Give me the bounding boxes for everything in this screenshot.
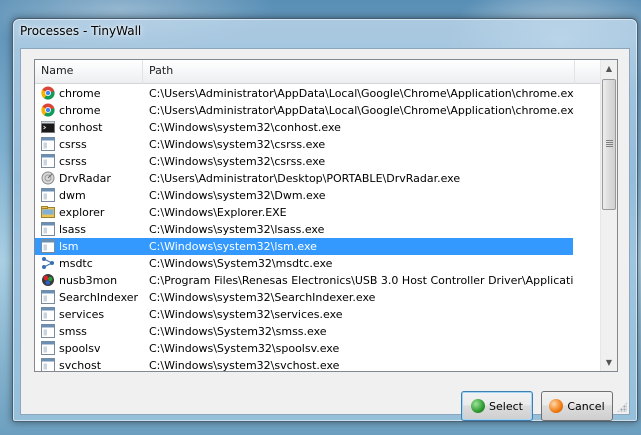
generic-exe-icon (41, 154, 55, 168)
process-path: C:\Users\Administrator\AppData\Local\Goo… (149, 104, 574, 117)
cancel-icon (549, 399, 564, 413)
generic-exe-icon (41, 324, 55, 338)
table-row[interactable]: msdtc C:\Windows\System32\msdtc.exe (35, 255, 601, 272)
table-row[interactable]: lsm C:\Windows\system32\lsm.exe (35, 238, 573, 255)
process-path: C:\Windows\System32\smss.exe (149, 325, 327, 338)
process-name: smss (59, 325, 87, 338)
process-name: conhost (59, 121, 103, 134)
generic-exe-icon (41, 307, 55, 321)
process-path: C:\Windows\system32\SearchIndexer.exe (149, 291, 376, 304)
process-path: C:\Windows\system32\csrss.exe (149, 155, 326, 168)
cancel-button-label: Cancel (567, 399, 605, 413)
process-path: C:\Windows\system32\lsm.exe (149, 240, 317, 253)
vertical-scrollbar[interactable]: ▲ ▼ (600, 60, 617, 371)
process-path: C:\Windows\System32\spoolsv.exe (149, 342, 340, 355)
table-row[interactable]: DrvRadar C:\Users\Administrator\Desktop\P… (35, 170, 601, 187)
resize-grip-icon[interactable] (617, 402, 627, 412)
radar-icon (41, 171, 55, 185)
select-check-icon (471, 399, 486, 413)
chrome-icon (41, 103, 55, 117)
generic-exe-icon (41, 137, 55, 151)
process-name: dwm (59, 189, 86, 202)
process-name: services (59, 308, 105, 321)
process-path: C:\Windows\system32\csrss.exe (149, 138, 326, 151)
select-button-label: Select (489, 399, 523, 413)
process-name: csrss (59, 155, 87, 168)
cancel-button[interactable]: Cancel (541, 391, 613, 421)
scrollbar-thumb[interactable] (602, 79, 616, 210)
generic-exe-icon (41, 222, 55, 236)
process-name: csrss (59, 138, 87, 151)
table-row[interactable]: svchost C:\Windows\system32\svchost.exe (35, 357, 601, 372)
table-row[interactable]: nusb3mon C:\Program Files\Renesas Electro… (35, 272, 601, 289)
generic-exe-icon (41, 290, 55, 304)
table-row[interactable]: SearchIndexer C:\Windows\system32\SearchI… (35, 289, 601, 306)
process-name: explorer (59, 206, 105, 219)
chrome-icon (41, 86, 55, 100)
thumb-grip-icon (606, 140, 613, 147)
process-name: chrome (59, 104, 101, 117)
table-row[interactable]: dwm C:\Windows\system32\Dwm.exe (35, 187, 601, 204)
table-row[interactable]: explorer C:\Windows\Explorer.EXE (35, 204, 601, 221)
process-path: C:\Windows\system32\Dwm.exe (149, 189, 326, 202)
process-path: C:\Program Files\Renesas Electronics\USB… (149, 274, 574, 287)
window-title: Processes - TinyWall (20, 24, 142, 38)
process-path: C:\Windows\system32\svchost.exe (149, 359, 340, 372)
process-path: C:\Windows\system32\conhost.exe (149, 121, 341, 134)
msdtc-icon (41, 256, 55, 270)
generic-exe-icon (41, 239, 55, 253)
dialog-client-area: Name Path chrome C:\Users\Administrator\A… (20, 48, 630, 421)
console-icon (41, 120, 55, 134)
process-name: nusb3mon (59, 274, 118, 287)
table-row[interactable]: chrome C:\Users\Administrator\AppData\Loc… (35, 85, 601, 102)
explorer-icon (41, 205, 55, 219)
column-header-path[interactable]: Path (143, 60, 575, 84)
table-row[interactable]: conhost C:\Windows\system32\conhost.exe (35, 119, 601, 136)
scroll-up-arrow-icon[interactable]: ▲ (601, 60, 617, 77)
list-header: Name Path (35, 60, 601, 84)
process-path: C:\Users\Administrator\AppData\Local\Goo… (149, 87, 574, 100)
table-row[interactable]: csrss C:\Windows\system32\csrss.exe (35, 153, 601, 170)
process-name: spoolsv (59, 342, 101, 355)
generic-exe-icon (41, 341, 55, 355)
generic-exe-icon (41, 358, 55, 371)
select-button[interactable]: Select (461, 391, 533, 421)
process-path: C:\Windows\system32\services.exe (149, 308, 343, 321)
table-row[interactable]: csrss C:\Windows\system32\csrss.exe (35, 136, 601, 153)
process-name: chrome (59, 87, 101, 100)
table-row[interactable]: services C:\Windows\system32\services.exe (35, 306, 601, 323)
process-name: SearchIndexer (59, 291, 139, 304)
process-path: C:\Users\Administrator\Desktop\PORTABLE\… (149, 172, 461, 185)
column-header-filler (575, 60, 601, 84)
process-path: C:\Windows\System32\msdtc.exe (149, 257, 333, 270)
process-list[interactable]: Name Path chrome C:\Users\Administrator\A… (34, 59, 618, 372)
process-name: svchost (59, 359, 102, 372)
process-path: C:\Windows\Explorer.EXE (149, 206, 287, 219)
usb-monitor-icon (41, 273, 55, 287)
process-name: msdtc (59, 257, 93, 270)
process-name: lsm (59, 240, 79, 253)
process-path: C:\Windows\system32\lsass.exe (149, 223, 325, 236)
column-header-name[interactable]: Name (35, 60, 143, 84)
scroll-down-arrow-icon[interactable]: ▼ (601, 354, 617, 371)
table-row[interactable]: lsass C:\Windows\system32\lsass.exe (35, 221, 601, 238)
generic-exe-icon (41, 188, 55, 202)
process-name: DrvRadar (59, 172, 111, 185)
processes-dialog: Processes - TinyWall Name Path chrome C:\… (12, 18, 638, 422)
process-name: lsass (59, 223, 86, 236)
table-row[interactable]: spoolsv C:\Windows\System32\spoolsv.exe (35, 340, 601, 357)
table-row[interactable]: chrome C:\Users\Administrator\AppData\Loc… (35, 102, 601, 119)
list-rows: chrome C:\Users\Administrator\AppData\Loc… (35, 85, 601, 372)
table-row[interactable]: smss C:\Windows\System32\smss.exe (35, 323, 601, 340)
